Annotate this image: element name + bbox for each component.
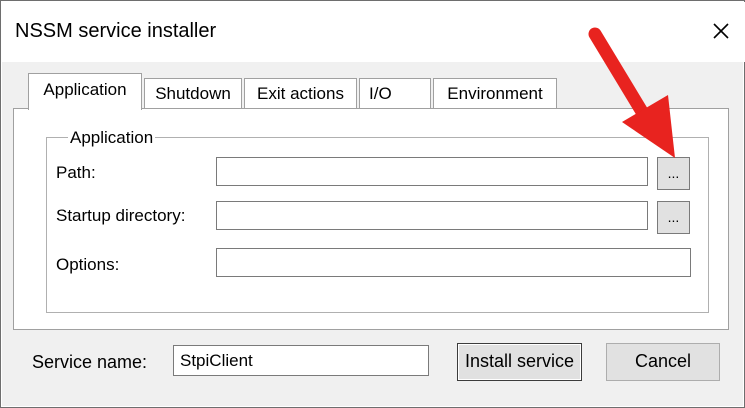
tab-label: Application <box>43 80 127 99</box>
tab-io[interactable]: I/O <box>359 78 431 109</box>
tab-label: I/O <box>369 84 392 103</box>
startup-directory-label: Startup directory: <box>56 206 186 225</box>
tab-application[interactable]: Application <box>28 73 142 110</box>
tab-label: Shutdown <box>155 84 231 103</box>
tab-exit-actions[interactable]: Exit actions <box>244 78 357 109</box>
options-input[interactable] <box>216 248 691 277</box>
startup-directory-browse-button[interactable]: ... <box>657 201 690 234</box>
tab-shutdown[interactable]: Shutdown <box>144 78 242 109</box>
title-bar: NSSM service installer <box>2 2 745 62</box>
groupbox-legend: Application <box>68 128 156 148</box>
path-label: Path: <box>56 163 96 182</box>
tab-label: Environment <box>447 84 543 103</box>
dialog-client-area: Application Shutdown Exit actions I/O En… <box>2 62 743 406</box>
cancel-button[interactable]: Cancel <box>606 343 720 381</box>
window-title: NSSM service installer <box>15 20 217 42</box>
path-browse-button[interactable]: ... <box>657 157 690 190</box>
dialog-window: NSSM service installer Application Shutd… <box>0 0 745 408</box>
tab-environment[interactable]: Environment <box>433 78 557 109</box>
startup-directory-input[interactable] <box>216 201 648 230</box>
install-service-button[interactable]: Install service <box>457 343 582 381</box>
service-name-label: Service name: <box>32 352 148 372</box>
close-icon <box>713 23 729 39</box>
options-label: Options: <box>56 255 120 274</box>
tab-label: Exit actions <box>257 84 344 103</box>
close-button[interactable] <box>706 16 736 46</box>
service-name-input[interactable] <box>173 345 429 376</box>
path-input[interactable] <box>216 157 648 186</box>
